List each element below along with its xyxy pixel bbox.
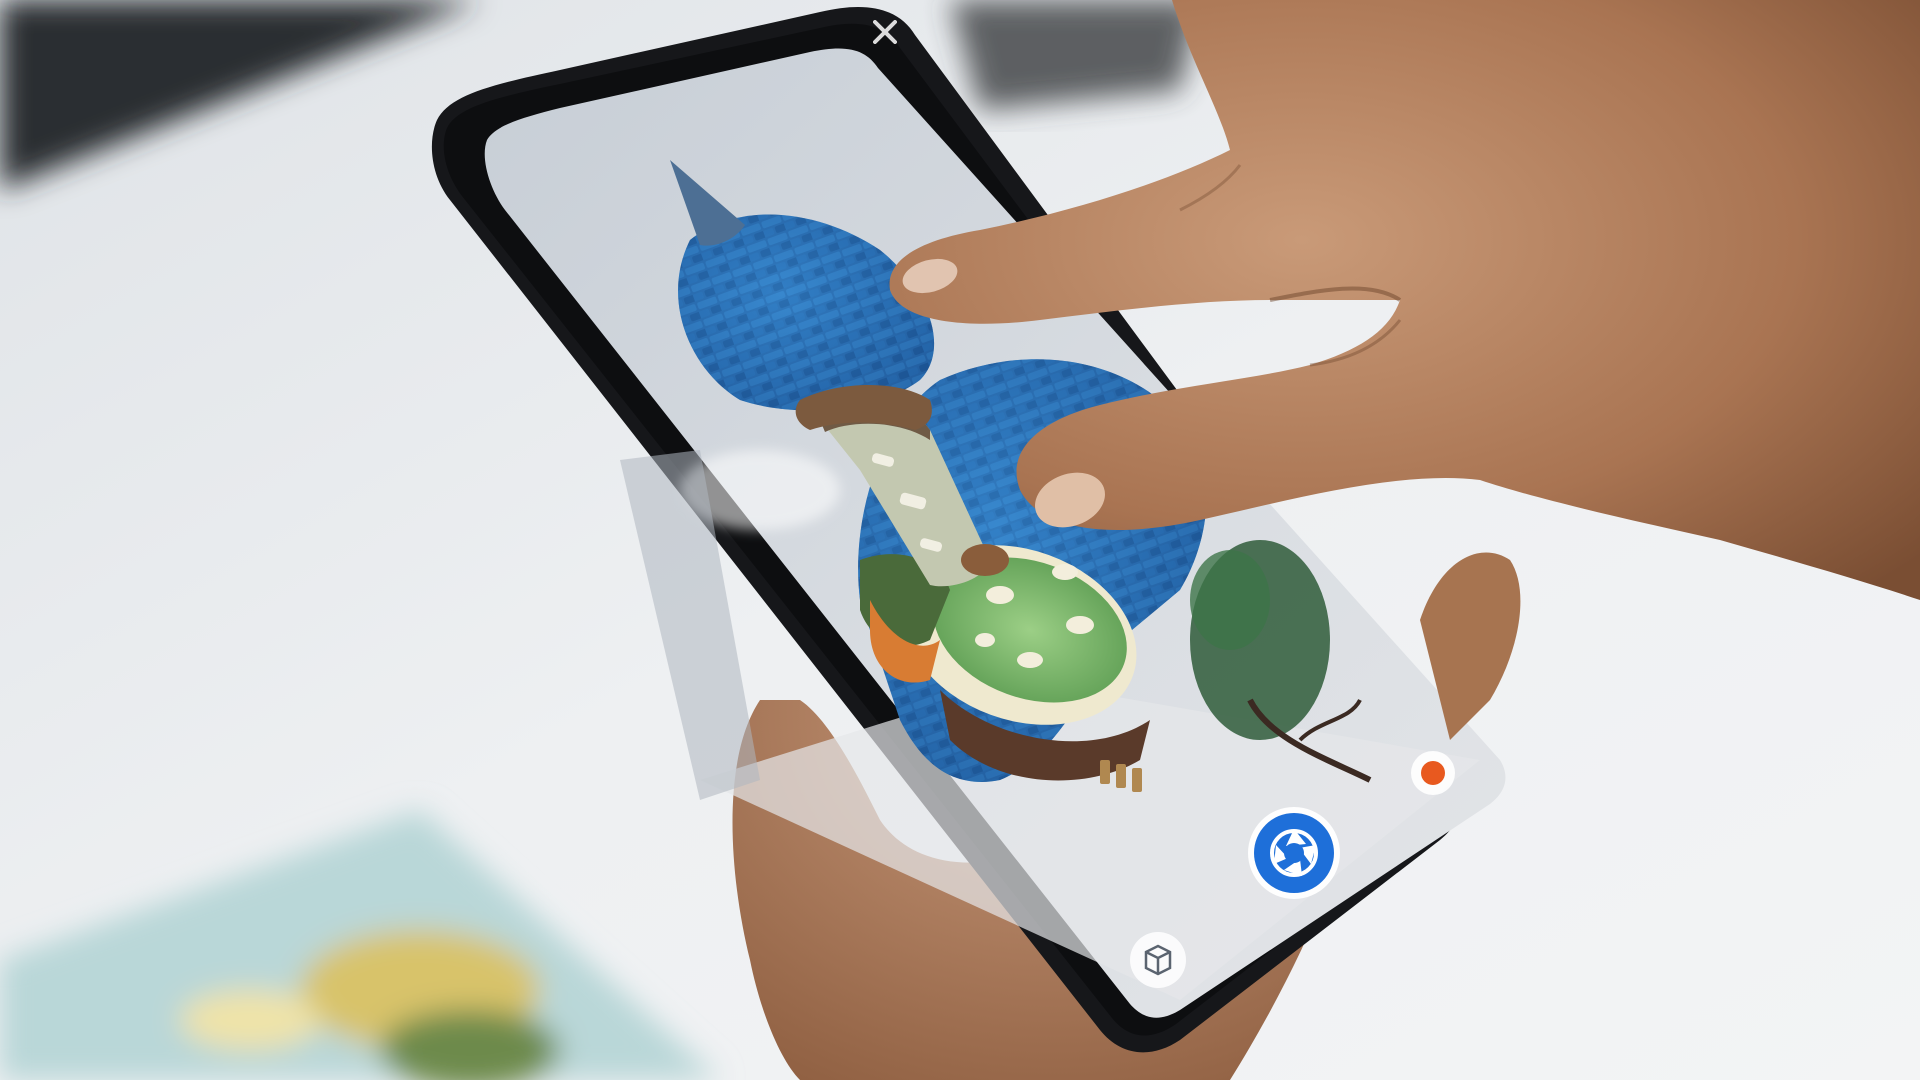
record-dot-icon: [1421, 761, 1445, 785]
object-library-button[interactable]: [1130, 932, 1186, 988]
scene-svg: [0, 0, 1920, 1080]
photo-scene: [0, 0, 1920, 1080]
record-button[interactable]: [1411, 751, 1455, 795]
shutter-button[interactable]: [1248, 807, 1340, 899]
